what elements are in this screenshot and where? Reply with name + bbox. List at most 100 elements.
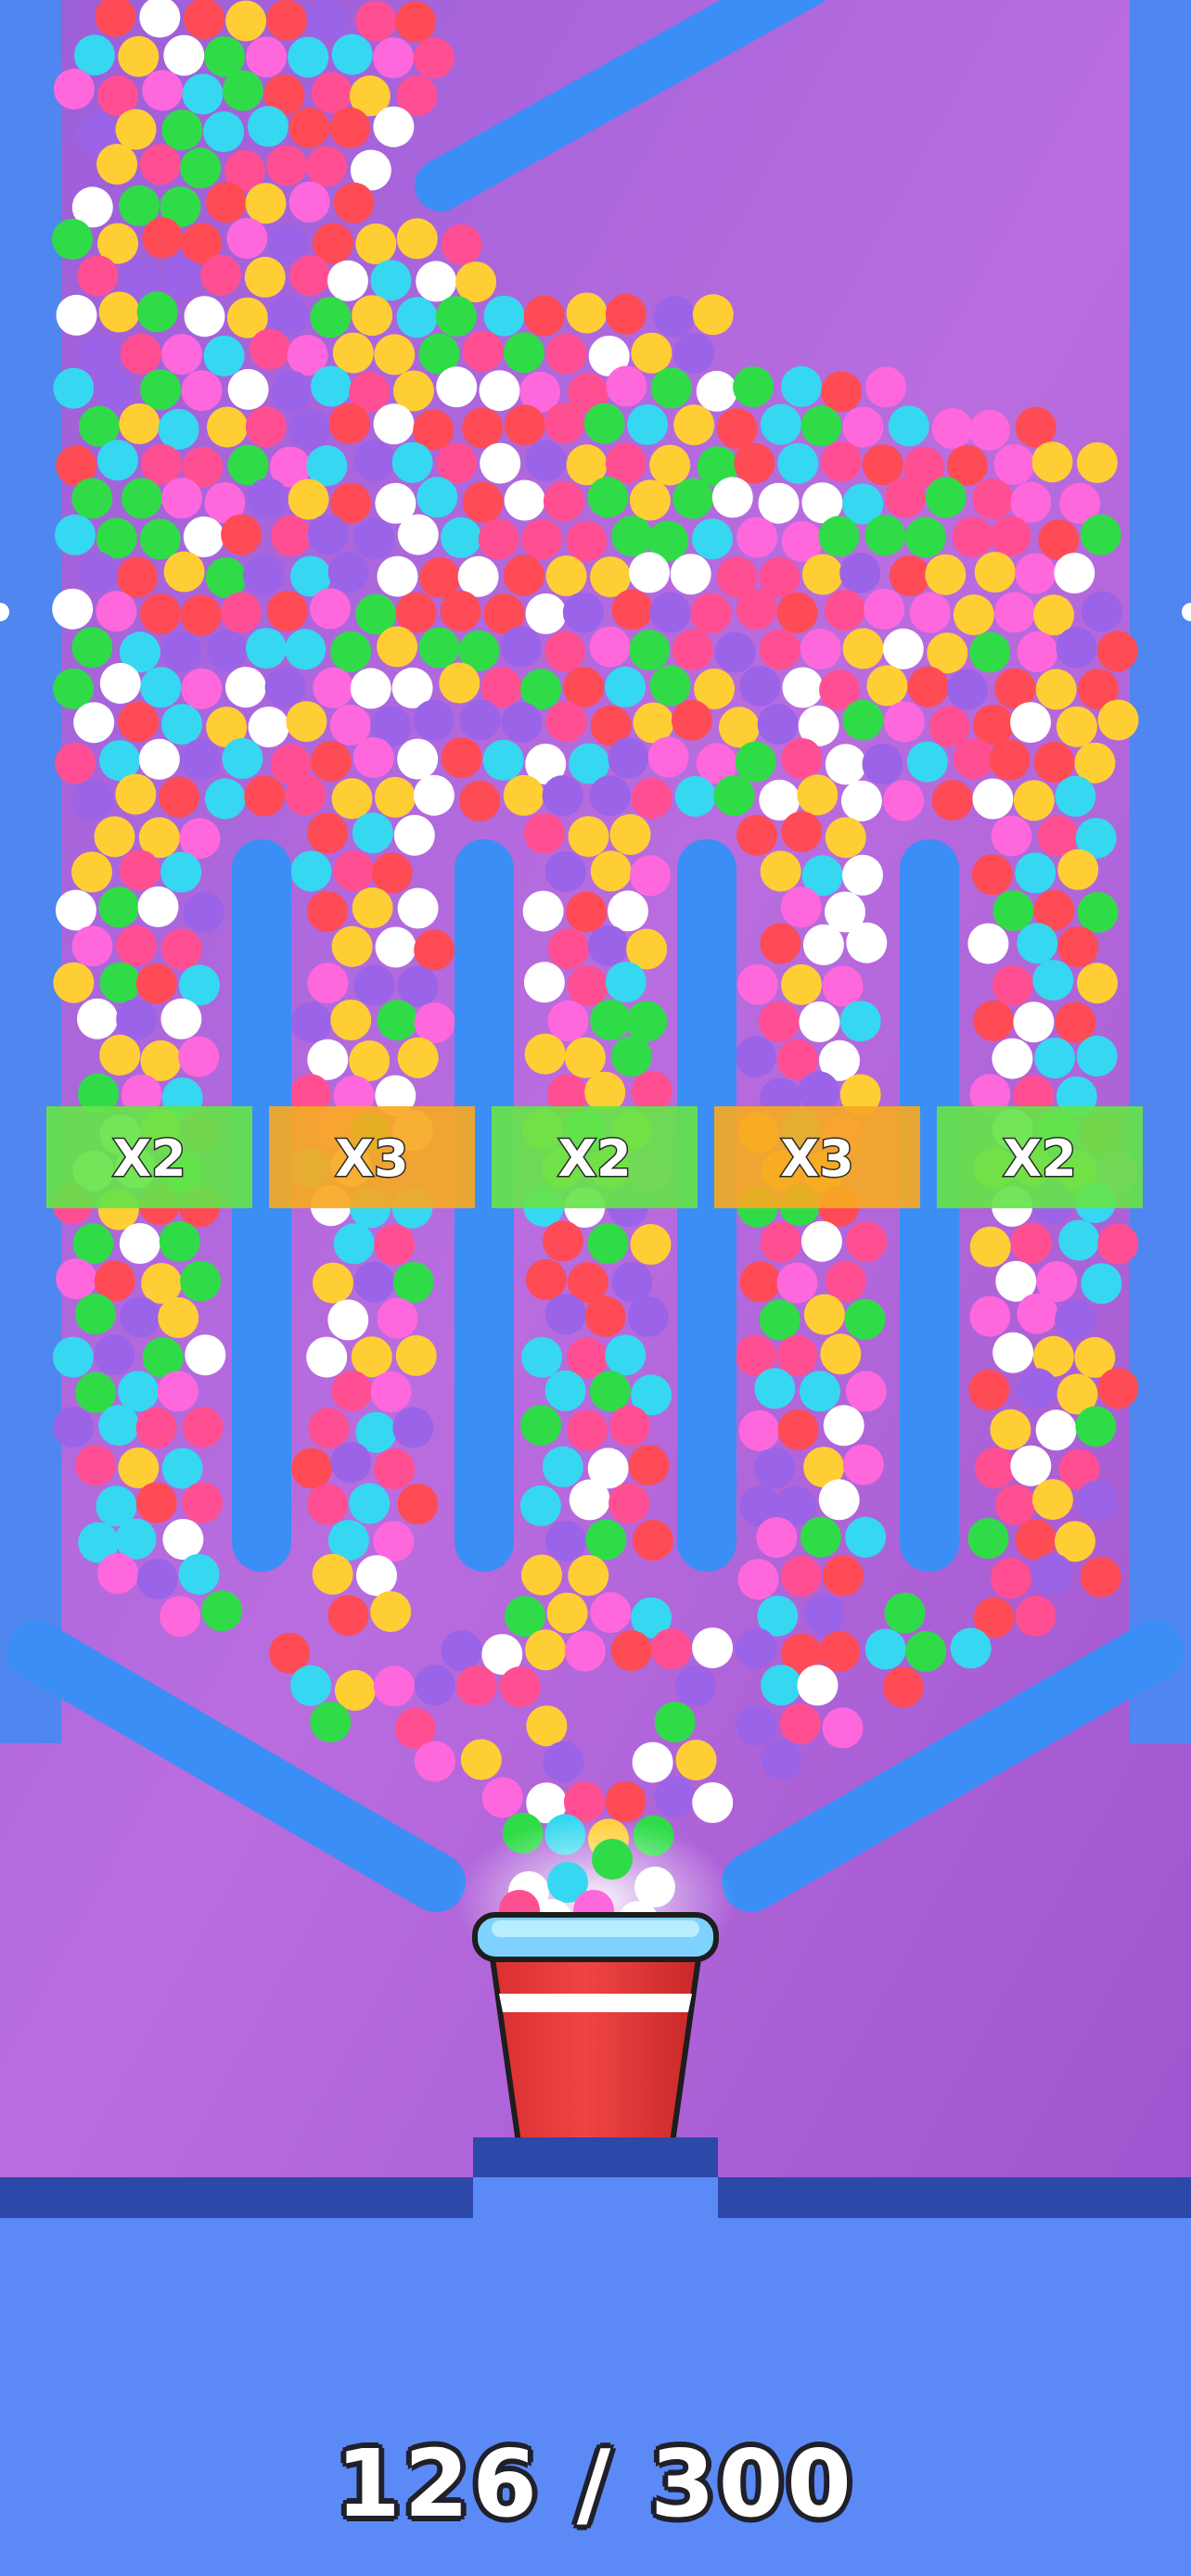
ball (245, 183, 287, 224)
ball (525, 593, 567, 634)
ball (501, 701, 543, 743)
ball (352, 295, 393, 337)
ball (800, 1516, 841, 1558)
ball (647, 736, 689, 778)
ball (654, 1777, 696, 1817)
ball (632, 1520, 673, 1561)
ball (822, 1707, 864, 1749)
ball (543, 480, 584, 522)
ball (545, 555, 587, 596)
ball (521, 1336, 563, 1378)
ball (1032, 1553, 1073, 1595)
ball (800, 405, 842, 447)
ball (397, 514, 439, 555)
ball (96, 591, 137, 632)
ball (455, 261, 497, 303)
ball (306, 1336, 348, 1378)
ball (373, 1665, 415, 1707)
ball (71, 478, 113, 519)
multiplier-gate-5: X2 (937, 1106, 1143, 1208)
ball (931, 408, 973, 450)
ball (842, 699, 884, 741)
ball (73, 34, 115, 76)
ball (310, 1702, 352, 1743)
ball (481, 1777, 523, 1818)
ball (140, 593, 181, 634)
ball (566, 520, 608, 562)
ball (71, 851, 112, 893)
ball (882, 1666, 924, 1708)
ball (993, 592, 1035, 633)
ball (1056, 706, 1097, 747)
ball (719, 707, 760, 748)
ball (562, 592, 604, 633)
ball (821, 371, 863, 413)
ball (525, 1259, 567, 1300)
ball (523, 295, 565, 337)
ball (761, 1664, 802, 1706)
ball (137, 886, 179, 927)
ball (413, 699, 455, 741)
ball (375, 776, 416, 818)
ball (436, 366, 478, 408)
ball (349, 1483, 391, 1524)
ball (969, 1226, 1011, 1268)
ball (672, 478, 713, 519)
ball (242, 555, 284, 596)
ball (483, 295, 525, 337)
ball (589, 1371, 631, 1412)
ball (736, 1705, 777, 1746)
ball (160, 257, 202, 299)
ball (370, 260, 412, 301)
ball (136, 291, 178, 333)
ball (523, 962, 565, 1003)
ball (1081, 591, 1122, 632)
ball (332, 332, 374, 374)
ball (888, 405, 929, 447)
ball (991, 815, 1032, 857)
ball (819, 1631, 861, 1673)
ball (139, 144, 181, 185)
ball (97, 1553, 138, 1594)
ball (845, 1371, 887, 1412)
ball (547, 928, 589, 970)
ball (460, 1739, 502, 1780)
ball (1033, 742, 1075, 783)
ball (416, 261, 457, 302)
ball (396, 297, 438, 338)
ball (883, 780, 925, 822)
ball (608, 1483, 650, 1524)
ball (952, 516, 993, 558)
ball (161, 1447, 203, 1489)
ball (820, 1333, 862, 1375)
ball (739, 1261, 781, 1303)
ball (370, 1371, 412, 1412)
ball (160, 1596, 201, 1638)
ball (925, 477, 967, 518)
gate-4-label: X3 (780, 1129, 853, 1188)
ball (53, 367, 95, 409)
ball (736, 516, 778, 558)
ball (98, 1405, 140, 1447)
ball (75, 1445, 116, 1486)
ball (375, 926, 416, 968)
ball (737, 1559, 779, 1600)
ball (391, 441, 433, 483)
ball (1097, 1368, 1139, 1409)
ball (203, 111, 245, 153)
ball (414, 929, 455, 971)
ball (142, 217, 184, 259)
ball (264, 667, 306, 708)
ball (306, 146, 347, 187)
ball (395, 1334, 437, 1376)
ball (355, 223, 397, 264)
ball (1035, 669, 1077, 710)
ball (184, 0, 224, 40)
ball (1055, 775, 1096, 817)
gate-3-label: X2 (557, 1129, 631, 1188)
ball (545, 1294, 586, 1335)
ball (136, 1558, 178, 1600)
game-scene[interactable]: X2 X3 X2 X3 X2 (0, 0, 1191, 2576)
ball (674, 775, 716, 817)
ball (974, 552, 1016, 593)
